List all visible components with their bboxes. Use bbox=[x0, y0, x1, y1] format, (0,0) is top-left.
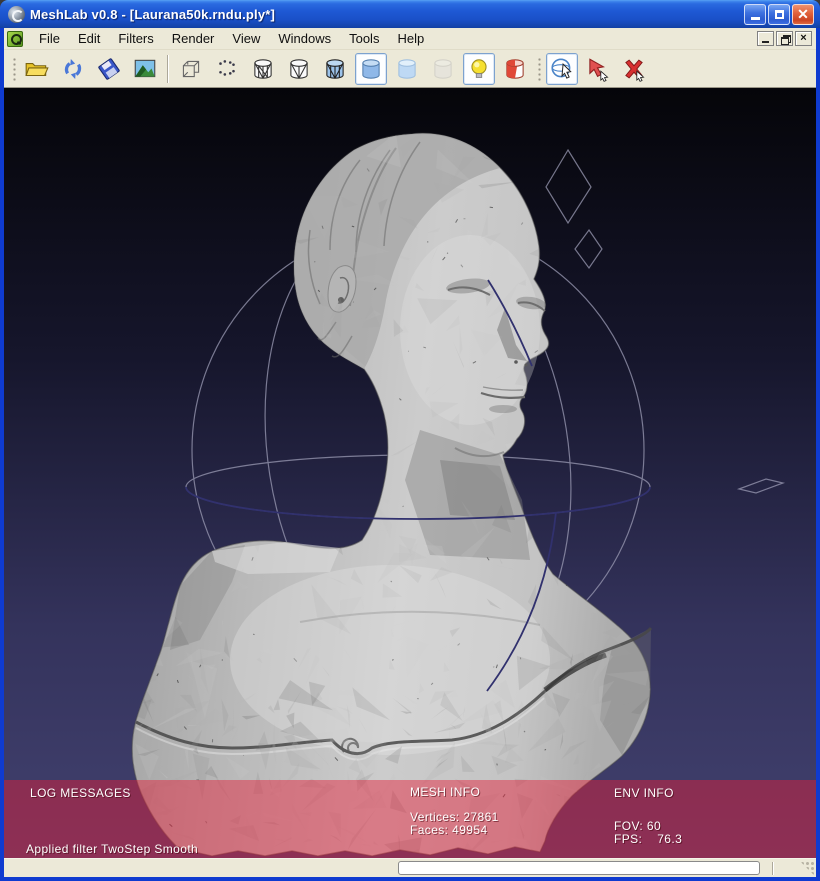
texture-cylinder-icon bbox=[430, 56, 456, 82]
3d-viewport[interactable]: LOG MESSAGES MESH INFO Vertices: 27861 F… bbox=[4, 88, 816, 858]
menu-view[interactable]: View bbox=[223, 29, 269, 48]
render-texture-button[interactable] bbox=[427, 53, 459, 85]
trackball-manipulator-button[interactable] bbox=[546, 53, 578, 85]
snapshot-icon bbox=[132, 56, 158, 82]
maximize-button[interactable] bbox=[768, 4, 790, 25]
menu-help[interactable]: Help bbox=[388, 29, 433, 48]
select-faces-button[interactable] bbox=[582, 53, 614, 85]
toolbar-grip[interactable] bbox=[536, 56, 541, 82]
env-info-header: ENV INFO bbox=[614, 786, 674, 800]
title-bar[interactable]: MeshLab v0.8 - [Laurana50k.rndu.ply*] ✕ bbox=[0, 0, 820, 28]
bounding-box-icon bbox=[178, 56, 204, 82]
render-flat-lines-button[interactable] bbox=[319, 53, 351, 85]
env-info-fov: FOV: 60 bbox=[614, 819, 661, 833]
mdi-restore-button[interactable] bbox=[776, 31, 793, 46]
render-hidden-lines-button[interactable] bbox=[283, 53, 315, 85]
open-folder-icon bbox=[24, 56, 50, 82]
toolbar-grip[interactable] bbox=[11, 56, 16, 82]
mdi-minimize-icon bbox=[762, 41, 769, 43]
toggle-light-button[interactable] bbox=[463, 53, 495, 85]
backface-culling-button[interactable] bbox=[499, 53, 531, 85]
app-icon bbox=[8, 6, 25, 23]
menu-bar: File Edit Filters Render View Windows To… bbox=[4, 28, 816, 50]
points-icon bbox=[214, 56, 240, 82]
render-wireframe-button[interactable] bbox=[247, 53, 279, 85]
render-bbox-button[interactable] bbox=[175, 53, 207, 85]
render-flat-button[interactable] bbox=[355, 53, 387, 85]
menu-filters[interactable]: Filters bbox=[109, 29, 162, 48]
clear-selection-button[interactable] bbox=[618, 53, 650, 85]
reload-button[interactable] bbox=[57, 53, 89, 85]
save-button[interactable] bbox=[93, 53, 125, 85]
backface-cylinder-icon bbox=[502, 56, 528, 82]
trackball-cursor-icon bbox=[549, 56, 575, 82]
save-floppy-icon bbox=[96, 56, 122, 82]
maximize-icon bbox=[775, 10, 784, 19]
flat-lines-cylinder-icon bbox=[322, 56, 348, 82]
reload-icon bbox=[60, 56, 86, 82]
log-messages-header: LOG MESSAGES bbox=[30, 786, 131, 800]
smooth-cylinder-icon bbox=[394, 56, 420, 82]
menu-tools[interactable]: Tools bbox=[340, 29, 388, 48]
render-smooth-button[interactable] bbox=[391, 53, 423, 85]
mdi-restore-icon bbox=[781, 35, 789, 42]
mdi-close-button[interactable]: × bbox=[795, 31, 812, 46]
window-title: MeshLab v0.8 - [Laurana50k.rndu.ply*] bbox=[30, 7, 275, 22]
log-message-text: Applied filter TwoStep Smooth bbox=[26, 842, 198, 856]
statusbar-separator bbox=[772, 862, 774, 875]
menu-file[interactable]: File bbox=[30, 29, 69, 48]
status-bar bbox=[4, 858, 816, 877]
mesh-info-faces: Faces: 49954 bbox=[410, 823, 488, 837]
menu-edit[interactable]: Edit bbox=[69, 29, 109, 48]
close-icon: ✕ bbox=[797, 7, 809, 21]
red-x-cursor-icon bbox=[621, 56, 647, 82]
flat-cylinder-icon bbox=[358, 56, 384, 82]
progress-bar bbox=[398, 861, 760, 875]
snapshot-button[interactable] bbox=[129, 53, 161, 85]
meshlab-window: MeshLab v0.8 - [Laurana50k.rndu.ply*] ✕ … bbox=[0, 0, 820, 881]
resize-grip[interactable] bbox=[800, 861, 814, 875]
minimize-button[interactable] bbox=[744, 4, 766, 25]
mesh-info-vertices: Vertices: 27861 bbox=[410, 810, 499, 824]
hidden-lines-cylinder-icon bbox=[286, 56, 312, 82]
close-button[interactable]: ✕ bbox=[792, 4, 814, 25]
mesh-info-header: MESH INFO bbox=[410, 785, 480, 799]
menu-windows[interactable]: Windows bbox=[269, 29, 340, 48]
toolbar bbox=[4, 50, 816, 88]
light-bulb-icon bbox=[466, 56, 492, 82]
wireframe-cylinder-icon bbox=[250, 56, 276, 82]
open-file-button[interactable] bbox=[21, 53, 53, 85]
render-points-button[interactable] bbox=[211, 53, 243, 85]
red-arrow-cursor-icon bbox=[585, 56, 611, 82]
env-info-fps: FPS: 76.3 bbox=[614, 832, 682, 846]
toolbar-separator bbox=[167, 55, 169, 83]
mesh-scene bbox=[4, 88, 816, 858]
minimize-icon bbox=[751, 17, 760, 20]
mdi-minimize-button[interactable] bbox=[757, 31, 774, 46]
mdi-close-icon: × bbox=[800, 33, 806, 44]
menu-render[interactable]: Render bbox=[163, 29, 224, 48]
document-icon[interactable] bbox=[7, 31, 23, 47]
